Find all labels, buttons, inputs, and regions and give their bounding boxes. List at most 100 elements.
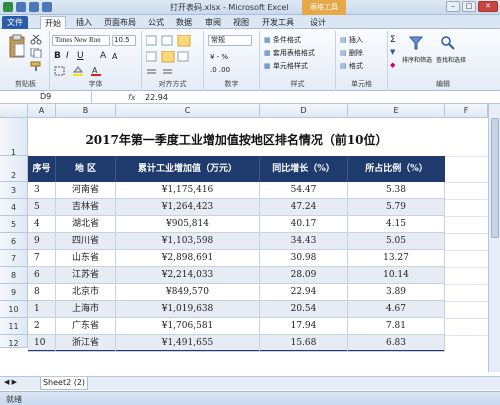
- table-cell[interactable]: 30.98: [260, 250, 348, 267]
- table-cell[interactable]: ¥1,019,638: [116, 301, 260, 318]
- table-cell[interactable]: 6: [28, 267, 56, 284]
- currency-button[interactable]: ¥ - %: [210, 53, 228, 61]
- decimal-buttons[interactable]: .0 .00: [210, 66, 230, 74]
- redo-icon[interactable]: [42, 2, 52, 12]
- table-cell[interactable]: 浙江省: [56, 335, 116, 352]
- table-cell[interactable]: 28.09: [260, 267, 348, 284]
- table-cell[interactable]: 10.14: [348, 267, 445, 284]
- horizontal-align-icons[interactable]: [146, 51, 200, 63]
- table-cell[interactable]: 四川省: [56, 233, 116, 250]
- table-cell[interactable]: ¥2,214,033: [116, 267, 260, 284]
- copy-icon[interactable]: [30, 48, 42, 58]
- table-cell[interactable]: 7.81: [348, 318, 445, 335]
- table-cell[interactable]: 上海市: [56, 301, 116, 318]
- fx-icon[interactable]: fx: [128, 91, 136, 104]
- col-header-a[interactable]: A: [28, 104, 56, 118]
- table-cell[interactable]: 40.17: [260, 216, 348, 233]
- formula-value[interactable]: 22.94: [145, 91, 168, 104]
- delete-cells-button[interactable]: ▤ 删除: [340, 48, 363, 58]
- sort-filter-icon[interactable]: [408, 35, 424, 51]
- table-cell[interactable]: ¥905,814: [116, 216, 260, 233]
- row-header[interactable]: 1: [0, 118, 28, 157]
- maximize-button[interactable]: □: [462, 1, 476, 12]
- tab-developer[interactable]: 开发工具: [262, 16, 294, 29]
- table-cell[interactable]: 广东省: [56, 318, 116, 335]
- table-cell[interactable]: ¥1,103,598: [116, 233, 260, 250]
- row-header[interactable]: 8: [0, 267, 28, 284]
- tab-formulas[interactable]: 公式: [148, 16, 164, 29]
- cell-styles-button[interactable]: ▦ 单元格样式: [264, 61, 308, 71]
- clear-button[interactable]: ◆: [390, 61, 395, 69]
- table-cell[interactable]: 7: [28, 250, 56, 267]
- underline-button[interactable]: U: [77, 51, 84, 61]
- table-cell[interactable]: 5.38: [348, 182, 445, 199]
- format-as-table-button[interactable]: ▦ 套用表格格式: [264, 48, 315, 58]
- row-header[interactable]: 6: [0, 233, 28, 250]
- shrink-font-button[interactable]: A: [112, 52, 117, 61]
- table-cell[interactable]: ¥1,264,423: [116, 199, 260, 216]
- tab-home[interactable]: 开始: [40, 16, 66, 29]
- table-cell[interactable]: 17.94: [260, 318, 348, 335]
- table-cell[interactable]: 5.05: [348, 233, 445, 250]
- table-cell[interactable]: 4.15: [348, 216, 445, 233]
- table-cell[interactable]: 2: [28, 318, 56, 335]
- find-select-icon[interactable]: [440, 35, 456, 51]
- table-cell[interactable]: 5: [28, 199, 56, 216]
- table-cell[interactable]: 8: [28, 284, 56, 301]
- table-cell[interactable]: 4.67: [348, 301, 445, 318]
- col-header-e[interactable]: E: [348, 104, 445, 118]
- row-header[interactable]: 10: [0, 301, 28, 318]
- scroll-thumb[interactable]: [491, 118, 499, 238]
- vertical-scrollbar[interactable]: [488, 104, 500, 372]
- bold-button[interactable]: B: [54, 51, 61, 61]
- font-name-box[interactable]: Times New Ron: [52, 35, 110, 46]
- table-cell[interactable]: ¥1,175,416: [116, 182, 260, 199]
- table-cell[interactable]: ¥2,898,691: [116, 250, 260, 267]
- table-cell[interactable]: 54.47: [260, 182, 348, 199]
- table-cell[interactable]: 山东省: [56, 250, 116, 267]
- table-cell[interactable]: 4: [28, 216, 56, 233]
- cut-icon[interactable]: [30, 35, 42, 45]
- col-header-c[interactable]: C: [116, 104, 260, 118]
- conditional-format-button[interactable]: ▦ 条件格式: [264, 35, 301, 45]
- autosum-button[interactable]: Σ: [390, 35, 396, 45]
- table-cell[interactable]: 河南省: [56, 182, 116, 199]
- format-painter-icon[interactable]: [30, 61, 42, 71]
- font-color-icon[interactable]: A: [90, 66, 102, 76]
- font-size-box[interactable]: 10.5: [112, 35, 136, 46]
- border-icon[interactable]: [54, 66, 66, 76]
- table-cell[interactable]: 5.79: [348, 199, 445, 216]
- tab-page-layout[interactable]: 页面布局: [104, 16, 136, 29]
- tab-design[interactable]: 设计: [310, 16, 326, 29]
- row-header[interactable]: 2: [0, 156, 28, 182]
- table-cell[interactable]: 1: [28, 301, 56, 318]
- number-format-box[interactable]: 常规: [208, 35, 252, 46]
- indent-icons[interactable]: [146, 67, 200, 77]
- header-cell[interactable]: 地 区: [56, 156, 116, 182]
- header-cell[interactable]: 累计工业增加值（万元）: [116, 156, 260, 182]
- italic-button[interactable]: I: [66, 51, 69, 61]
- grow-font-button[interactable]: A: [100, 51, 106, 61]
- format-cells-button[interactable]: ▤ 格式: [340, 61, 363, 71]
- tab-view[interactable]: 视图: [233, 16, 249, 29]
- row-header[interactable]: 9: [0, 284, 28, 301]
- table-cell[interactable]: 34.43: [260, 233, 348, 250]
- table-cell[interactable]: 22.94: [260, 284, 348, 301]
- vertical-align-icons[interactable]: [146, 35, 200, 47]
- header-cell[interactable]: 所占比例（%）: [348, 156, 445, 182]
- worksheet[interactable]: A B C D E F 1 2 3 4 5 6 7 8 9 10 11 12 2…: [0, 104, 488, 352]
- table-cell[interactable]: ¥1,491,655: [116, 335, 260, 352]
- row-header[interactable]: 7: [0, 250, 28, 267]
- undo-icon[interactable]: [29, 2, 39, 12]
- table-cell[interactable]: 9: [28, 233, 56, 250]
- minimize-button[interactable]: –: [446, 1, 460, 12]
- table-cell[interactable]: 6.83: [348, 335, 445, 352]
- table-cell[interactable]: 吉林省: [56, 199, 116, 216]
- tab-review[interactable]: 审阅: [205, 16, 221, 29]
- name-box[interactable]: D9: [0, 91, 92, 104]
- save-icon[interactable]: [16, 2, 26, 12]
- row-header[interactable]: 3: [0, 182, 28, 199]
- row-header[interactable]: 12: [0, 335, 28, 348]
- row-header[interactable]: 11: [0, 318, 28, 335]
- insert-cells-button[interactable]: ▤ 插入: [340, 35, 363, 45]
